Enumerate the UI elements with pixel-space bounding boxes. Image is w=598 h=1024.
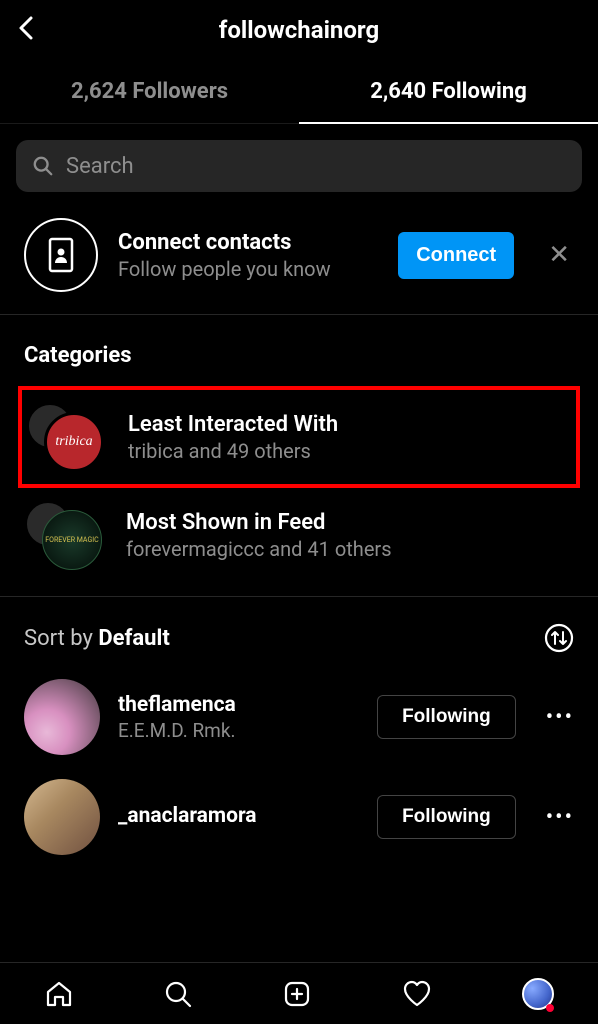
more-options-button[interactable]: ••• <box>534 705 574 730</box>
search-icon <box>163 979 193 1009</box>
sort-row[interactable]: Sort by Default <box>0 597 598 667</box>
category-title: Most Shown in Feed <box>126 510 392 535</box>
user-username: theflamenca <box>118 693 359 717</box>
category-text: Least Interacted With tribica and 49 oth… <box>128 412 338 463</box>
nav-search[interactable] <box>163 979 193 1009</box>
user-text: theflamenca E.E.M.D. Rmk. <box>118 693 359 742</box>
connect-text: Connect contacts Follow people you know <box>118 230 378 281</box>
back-button[interactable] <box>16 14 36 46</box>
connect-button[interactable]: Connect <box>398 232 514 279</box>
search-placeholder: Search <box>66 154 134 179</box>
user-username: _anaclaramora <box>118 804 359 828</box>
sort-icon[interactable] <box>544 623 574 653</box>
avatar-front-magic: FOREVER MAGIC <box>42 510 102 570</box>
tabs: 2,624 Followers 2,640 Following <box>0 60 598 124</box>
header: followchainorg <box>0 0 598 60</box>
profile-avatar-icon <box>522 978 554 1010</box>
connect-contacts-row: Connect contacts Follow people you know … <box>0 208 598 314</box>
category-avatars: FOREVER MAGIC <box>24 500 104 570</box>
user-displayname: E.E.M.D. Rmk. <box>118 719 359 742</box>
chevron-left-icon <box>16 14 36 42</box>
notification-dot <box>546 1004 554 1012</box>
contacts-icon <box>46 236 76 274</box>
category-text: Most Shown in Feed forevermagiccc and 41… <box>126 510 392 561</box>
category-subtitle: forevermagiccc and 41 others <box>126 537 392 561</box>
heart-icon <box>401 979 433 1009</box>
category-most-shown[interactable]: FOREVER MAGIC Most Shown in Feed forever… <box>0 488 598 582</box>
categories-heading: Categories <box>0 315 598 386</box>
connect-subtitle: Follow people you know <box>118 257 378 281</box>
sort-prefix: Sort by <box>24 626 98 651</box>
home-icon <box>44 979 74 1009</box>
nav-activity[interactable] <box>401 979 433 1009</box>
category-avatars: tribica <box>26 402 106 472</box>
tab-followers[interactable]: 2,624 Followers <box>0 60 299 123</box>
user-row[interactable]: theflamenca E.E.M.D. Rmk. Following ••• <box>0 667 598 767</box>
category-title: Least Interacted With <box>128 412 338 437</box>
more-options-button[interactable]: ••• <box>534 805 574 830</box>
dismiss-connect-button[interactable]: ✕ <box>534 240 574 270</box>
following-button[interactable]: Following <box>377 795 516 839</box>
plus-square-icon <box>282 979 312 1009</box>
search-input[interactable]: Search <box>16 140 582 192</box>
sort-label: Sort by Default <box>24 626 170 651</box>
avatar-front-tribica: tribica <box>44 412 104 472</box>
tab-following[interactable]: 2,640 Following <box>299 60 598 123</box>
nav-home[interactable] <box>44 979 74 1009</box>
contacts-icon-circle <box>24 218 98 292</box>
user-row[interactable]: _anaclaramora Following ••• <box>0 767 598 867</box>
search-container: Search <box>0 124 598 208</box>
category-subtitle: tribica and 49 others <box>128 439 338 463</box>
nav-profile[interactable] <box>522 978 554 1010</box>
page-title: followchainorg <box>16 16 582 44</box>
connect-title: Connect contacts <box>118 230 378 255</box>
user-avatar[interactable] <box>24 779 100 855</box>
sort-value: Default <box>98 626 169 651</box>
following-button[interactable]: Following <box>377 695 516 739</box>
user-avatar[interactable] <box>24 679 100 755</box>
nav-create[interactable] <box>282 979 312 1009</box>
user-text: _anaclaramora <box>118 804 359 830</box>
category-least-interacted[interactable]: tribica Least Interacted With tribica an… <box>18 386 580 488</box>
bottom-navbar <box>0 962 598 1024</box>
search-icon <box>32 155 54 177</box>
